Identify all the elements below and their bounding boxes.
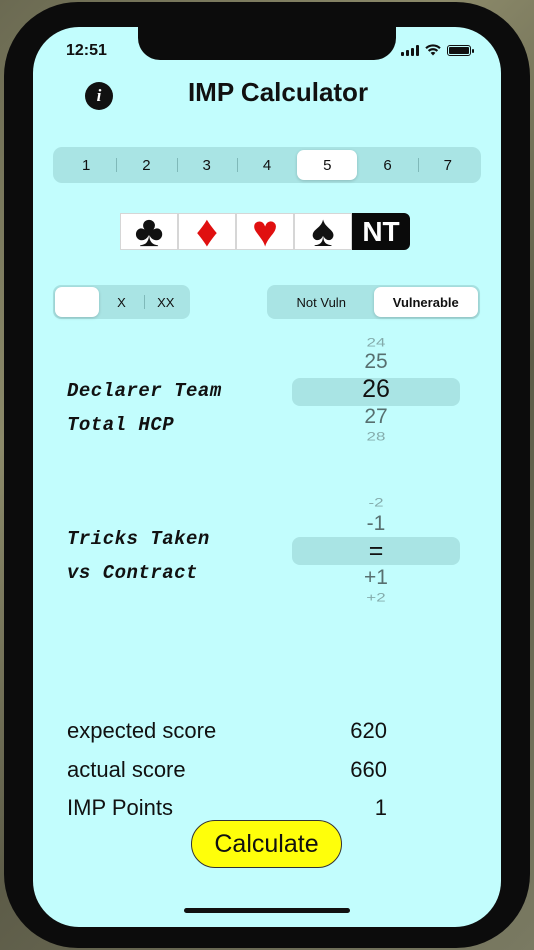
notch	[138, 27, 396, 60]
picker-row: -2	[368, 496, 384, 510]
vulnerable-option[interactable]: Vulnerable	[373, 287, 478, 317]
calculate-button[interactable]: Calculate	[191, 820, 342, 868]
expected-score-value: 620	[350, 718, 387, 743]
wifi-icon	[425, 44, 441, 56]
level-option-2[interactable]: 2	[116, 150, 176, 180]
picker-selected-row: 26	[362, 375, 390, 403]
status-time: 12:51	[66, 42, 107, 59]
level-option-5[interactable]: 5	[297, 150, 358, 180]
picker-row: +1	[364, 566, 388, 589]
home-indicator[interactable]	[184, 908, 350, 913]
picker-row: 27	[364, 405, 388, 428]
tricks-label-line-2: vs Contract	[67, 562, 198, 584]
level-option-7[interactable]: 7	[417, 150, 478, 180]
picker-row: 24	[366, 336, 386, 350]
hearts-suit-button[interactable]: ♥	[236, 209, 294, 253]
contract-level-selector: 1 2 3 4 5 6 7	[53, 147, 481, 183]
battery-icon	[447, 44, 474, 56]
picker-row: 25	[364, 350, 388, 373]
tricks-label-line-1: Tricks Taken	[67, 528, 210, 550]
clubs-suit-button[interactable]: ♣	[120, 209, 178, 253]
hcp-label-line-1: Declarer Team	[67, 380, 222, 402]
hcp-picker[interactable]: 24 25 26 27 28	[292, 333, 460, 445]
no-trump-button[interactable]: NT	[352, 213, 410, 250]
picker-row: +2	[366, 591, 386, 605]
suit-selector: ♣ ♦ ♥ ♠ NT	[120, 209, 410, 253]
picker-selected-row: =	[368, 537, 384, 565]
picker-row: 28	[366, 430, 386, 444]
page-title: IMP Calculator	[187, 77, 369, 107]
vulnerability-selector: Not Vuln Vulnerable	[267, 285, 480, 319]
actual-score-value: 660	[350, 757, 387, 782]
redoubled-option[interactable]: XX	[143, 287, 188, 317]
imp-points-value: 1	[374, 795, 387, 820]
level-option-4[interactable]: 4	[236, 150, 297, 180]
tricks-picker[interactable]: -2 -1 = +1 +2	[292, 493, 460, 605]
cellular-signal-icon	[401, 44, 419, 56]
imp-points-label: IMP Points	[67, 795, 173, 820]
picker-row: -1	[366, 512, 386, 535]
doubled-option[interactable]: X	[99, 287, 143, 317]
actual-score-label: actual score	[67, 757, 186, 782]
undoubled-option[interactable]	[55, 287, 100, 317]
tricks-label: Tricks Taken vs Contract	[67, 522, 210, 590]
doubled-selector: X XX	[53, 285, 190, 319]
level-option-1[interactable]: 1	[56, 150, 116, 180]
diamonds-suit-button[interactable]: ♦	[178, 209, 236, 253]
not-vulnerable-option[interactable]: Not Vuln	[269, 287, 374, 317]
hcp-label-line-2: Total HCP	[67, 414, 175, 436]
status-icons	[401, 44, 474, 56]
hcp-label: Declarer Team Total HCP	[67, 374, 222, 442]
level-option-6[interactable]: 6	[357, 150, 417, 180]
expected-score-label: expected score	[67, 718, 217, 743]
spades-suit-button[interactable]: ♠	[294, 209, 352, 253]
level-option-3[interactable]: 3	[176, 150, 237, 180]
app-screen: 12:51 i IMP Calculator 1 2 3 4 5 6 7 ♣ ♦…	[33, 27, 501, 927]
